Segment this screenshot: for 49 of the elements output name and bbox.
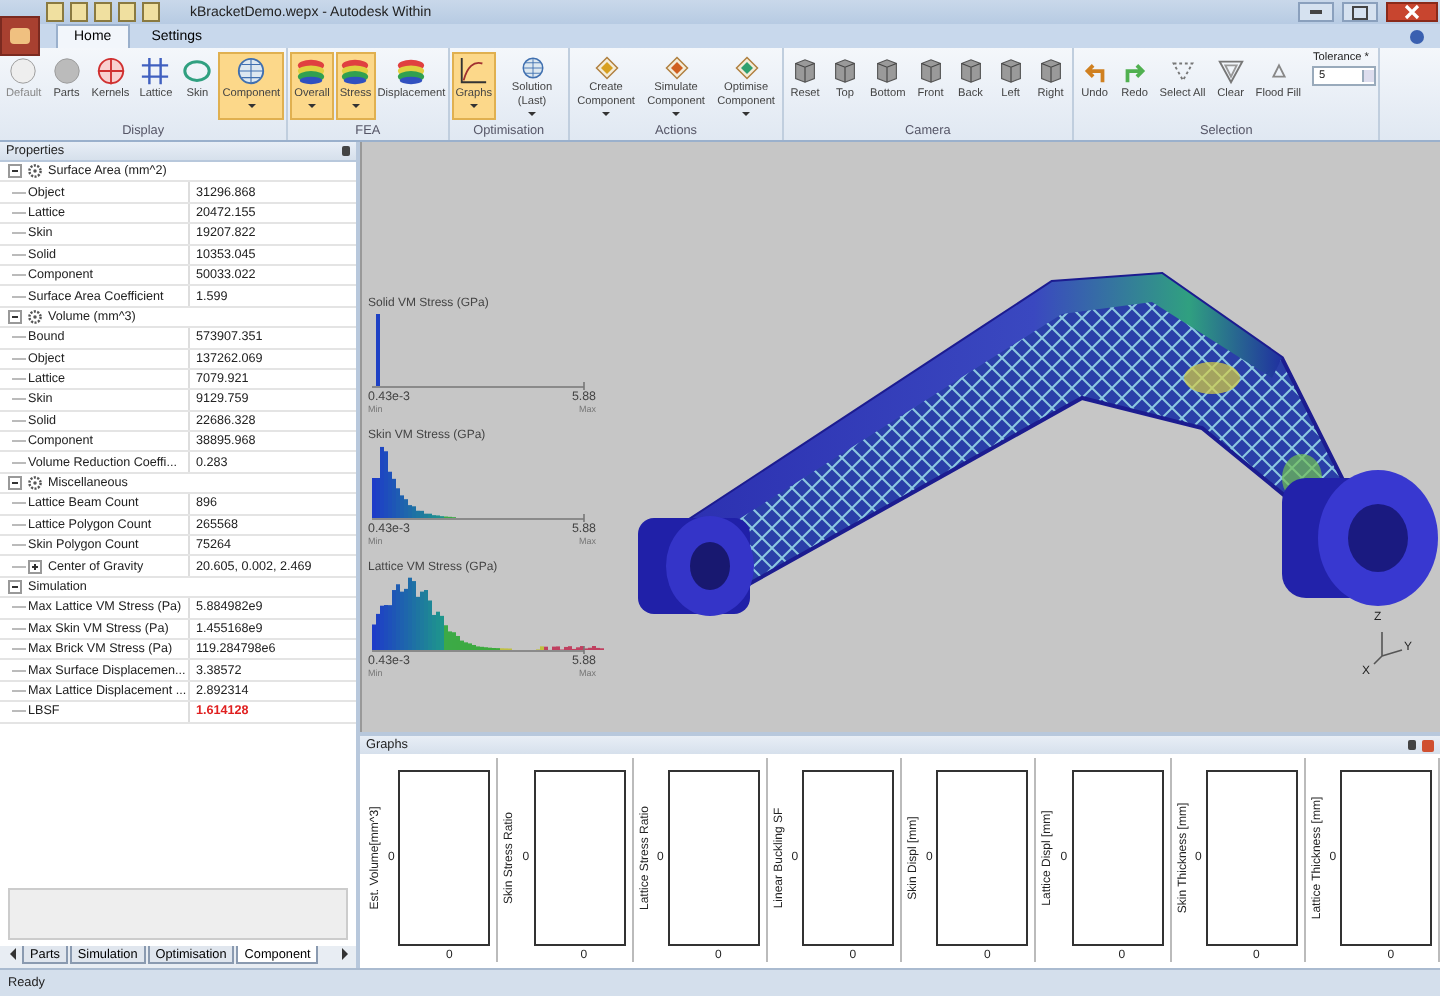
diamond-icon [591,56,622,80]
ring-icon [182,56,213,86]
triangle-outline-icon [1215,56,1246,86]
caret-icon [528,112,537,116]
close-button[interactable] [1386,2,1438,22]
close-icon[interactable] [1422,739,1434,751]
cube-icon [830,56,861,86]
cube-icon [1035,56,1066,86]
expand-toggle[interactable] [28,559,42,574]
caret-icon [672,112,681,116]
globe-icon [236,56,267,86]
collapse-toggle[interactable] [8,580,22,594]
caret-icon [742,112,751,116]
collapse-toggle[interactable] [8,164,22,179]
logo-icon [10,28,30,44]
cube-icon [790,56,821,86]
pin-icon[interactable] [342,146,350,156]
close-icon [1404,4,1420,20]
caret-icon [307,104,316,108]
target-icon [95,56,126,86]
caret-icon [469,104,478,108]
gear-icon [28,164,42,179]
caret-icon [351,104,360,108]
sphere-icon [8,56,39,86]
caret-icon [247,104,256,108]
stress-blob-icon [396,56,427,86]
stress-blob-icon [296,56,327,86]
stress-blob-icon [340,56,371,86]
minimize-button[interactable] [1298,2,1334,22]
diamond-icon [661,56,692,80]
gear-icon [28,309,42,324]
grid-icon [140,56,171,86]
pin-icon[interactable] [1408,740,1416,750]
diamond-icon [731,56,762,80]
scroll-right-icon[interactable] [336,946,352,962]
maximize-button[interactable] [1342,2,1378,22]
cube-icon [872,56,903,86]
curve-chart-icon [458,56,489,86]
cube-icon [915,56,946,86]
sphere-icon [51,56,82,86]
gear-icon [28,476,42,491]
collapse-toggle[interactable] [8,476,22,491]
help-icon[interactable] [1410,30,1424,44]
caret-icon [602,112,611,116]
globe-icon [517,56,548,80]
collapse-toggle[interactable] [8,309,22,324]
cube-icon [995,56,1026,86]
cube-icon [955,56,986,86]
app-menu-button[interactable] [0,16,40,56]
